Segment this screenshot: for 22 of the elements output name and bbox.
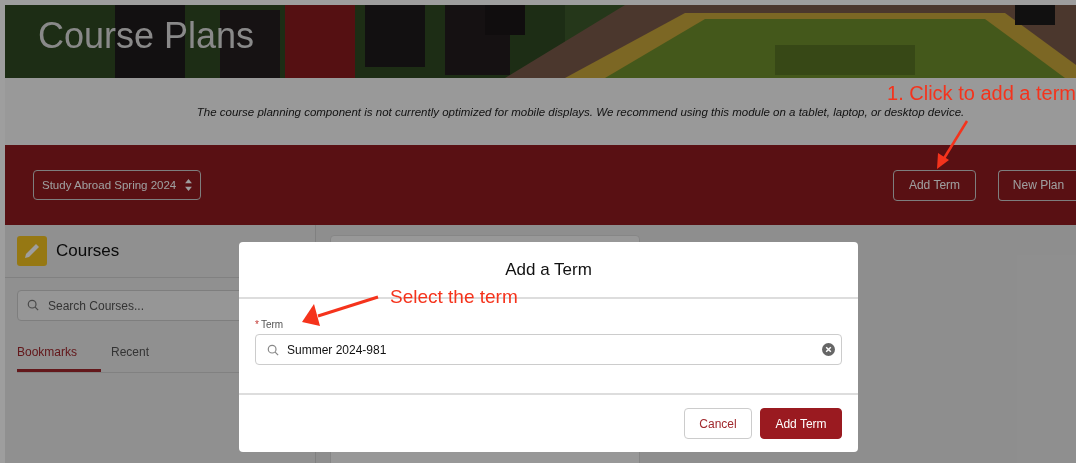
tab[interactable]: Recent (111, 337, 160, 372)
sort-arrows-icon (185, 179, 192, 191)
clear-icon[interactable] (822, 343, 835, 356)
search-icon (27, 299, 39, 311)
annotation-text: 1. Click to add a term (887, 82, 1076, 105)
required-mark: * (255, 319, 259, 330)
page-title: Course Plans (38, 15, 255, 57)
term-field[interactable]: Summer 2024-981 (255, 334, 842, 365)
pencil-icon (17, 236, 47, 266)
dialog-button[interactable]: Cancel (684, 408, 752, 439)
dialog-title: Add a Term (505, 259, 592, 280)
toolbar-button[interactable]: Add Term (893, 169, 976, 201)
plan-select[interactable]: Study Abroad Spring 2024 (33, 170, 201, 200)
dialog-button[interactable]: Add Term (760, 408, 842, 439)
annotation-text: Select the term (390, 286, 518, 308)
notice-text: The course planning component is not currently optimized for mobile displays. We recommend using this module on a tablet, laptop, or desktop device. (196, 105, 965, 118)
toolbar-button[interactable]: New Plan (998, 169, 1076, 201)
annotation-arrow (937, 120, 969, 169)
search-icon (267, 344, 279, 356)
field-label: Term (260, 319, 284, 330)
panel-title: Courses (56, 241, 120, 261)
tab[interactable]: Bookmarks (17, 337, 101, 372)
